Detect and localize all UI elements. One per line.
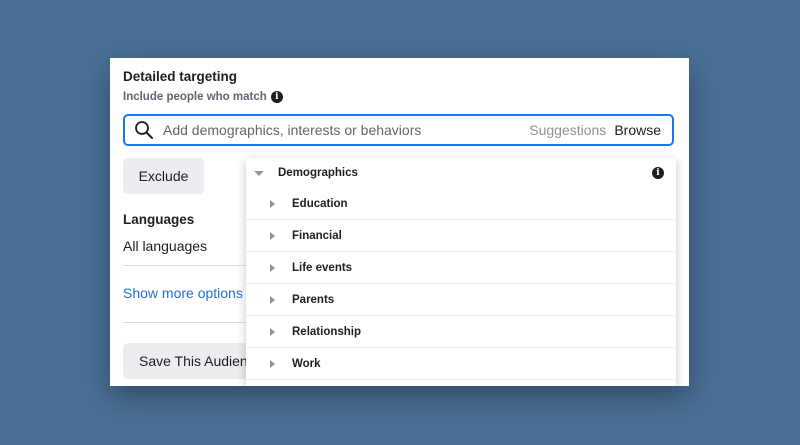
caret-right-icon [270,263,275,272]
subcategory-label: Work [292,357,321,370]
exclude-button[interactable]: Exclude [123,158,204,194]
subcategory-label: Financial [292,229,342,242]
show-more-options-link[interactable]: Show more options [123,285,243,301]
search-input[interactable] [163,122,530,138]
subcategory-education[interactable]: Education [246,188,676,220]
divider [123,265,253,266]
browse-dropdown: Demographics i Education Financial Life … [246,158,676,386]
caret-right-icon [270,327,275,336]
caret-right-icon [270,231,275,240]
subcategory-work[interactable]: Work [246,348,676,380]
subcategory-financial[interactable]: Financial [246,220,676,252]
subcategory-label: Education [292,197,348,210]
search-icon [134,120,154,140]
section-subtitle: Include people who match i [123,91,283,103]
targeting-search[interactable]: Suggestions Browse [123,114,674,146]
subcategory-label: Life events [292,261,353,274]
section-title: Detailed targeting [123,69,238,84]
caret-right-icon [270,295,275,304]
detailed-targeting-card: Detailed targeting Include people who ma… [110,58,689,386]
category-demographics[interactable]: Demographics i [246,158,676,188]
category-label: Demographics [278,167,358,179]
subcategory-life-events[interactable]: Life events [246,252,676,284]
subcategory-relationship[interactable]: Relationship [246,316,676,348]
languages-title: Languages [123,212,195,227]
caret-right-icon [270,199,275,208]
info-icon[interactable]: i [652,167,664,179]
subcategory-parents[interactable]: Parents [246,284,676,316]
subtitle-text: Include people who match [123,91,267,103]
caret-right-icon [270,359,275,368]
subcategory-label: Parents [292,293,335,306]
info-icon[interactable]: i [270,91,283,103]
suggestions-link[interactable]: Suggestions [529,122,606,138]
caret-down-icon [254,170,264,176]
divider [123,322,253,323]
browse-link[interactable]: Browse [614,122,661,138]
subcategory-label: Relationship [292,325,362,338]
languages-value[interactable]: All languages [123,238,207,254]
